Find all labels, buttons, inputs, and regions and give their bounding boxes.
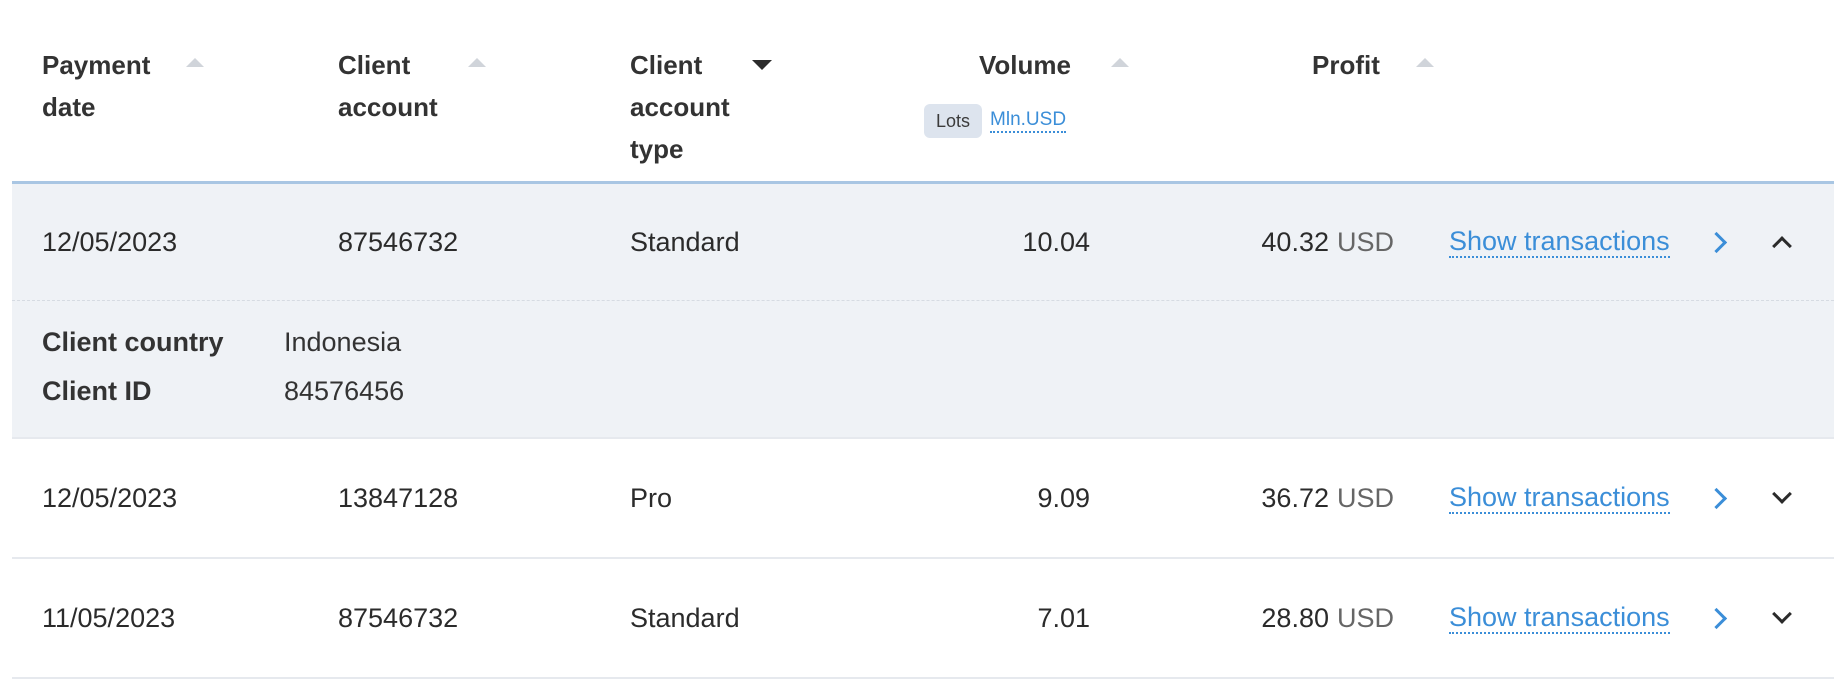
- unit-mln-usd-link[interactable]: Mln.USD: [990, 109, 1067, 133]
- header-label: account: [338, 92, 438, 122]
- account-type-cell: Standard: [630, 602, 740, 633]
- client-account-cell: 87546732: [338, 602, 459, 633]
- volume-cell: 9.09: [1037, 482, 1090, 513]
- sort-desc-icon[interactable]: [752, 60, 772, 70]
- profit-value: 40.32: [1261, 226, 1329, 257]
- profit-value: 36.72: [1261, 482, 1329, 513]
- payment-date-cell: 12/05/2023: [42, 226, 178, 257]
- sort-asc-icon[interactable]: [186, 58, 204, 67]
- sort-asc-icon[interactable]: [468, 58, 486, 67]
- volume-cell: 10.04: [1022, 226, 1090, 257]
- payment-date-cell: 11/05/2023: [42, 602, 176, 633]
- account-type-cell: Standard: [630, 226, 740, 257]
- profit-cell: 28.80 USD: [1162, 559, 1394, 677]
- profit-currency: USD: [1336, 482, 1394, 513]
- header-label: Profit: [1312, 50, 1380, 80]
- header-label: account: [630, 92, 730, 122]
- show-transactions-link[interactable]: Show transactions: [1449, 602, 1670, 634]
- row-details-panel: Client country Indonesia Client ID 84576…: [12, 301, 1834, 439]
- profit-cell: 40.32 USD: [1162, 184, 1394, 300]
- table-row: 12/05/2023 13847128 Pro 9.09 36.72 USD S…: [12, 439, 1834, 559]
- profit-value: 28.80: [1261, 602, 1329, 633]
- show-transactions-cell: Show transactions: [1449, 439, 1670, 557]
- header-label: type: [630, 134, 684, 164]
- header-payment-date[interactable]: Payment date: [42, 44, 204, 128]
- show-transactions-link[interactable]: Show transactions: [1449, 482, 1670, 514]
- client-account-cell: 87546732: [338, 226, 459, 257]
- table-header: Payment date Client account Client accou…: [12, 0, 1834, 184]
- volume-unit-switch: Lots Mln.USD: [924, 104, 1067, 138]
- header-label: Client: [630, 50, 703, 80]
- show-transactions-cell: Show transactions: [1449, 184, 1670, 300]
- chevron-right-icon[interactable]: [1705, 559, 1728, 677]
- chevron-right-icon[interactable]: [1705, 439, 1728, 557]
- header-volume[interactable]: Volume: [979, 44, 1129, 86]
- volume-cell: 7.01: [1037, 602, 1090, 633]
- header-client-account[interactable]: Client account: [338, 44, 486, 128]
- unit-lots-badge[interactable]: Lots: [924, 104, 983, 138]
- chevron-down-icon[interactable]: [1772, 559, 1792, 677]
- detail-label: Client ID: [42, 376, 152, 406]
- payment-date-cell: 12/05/2023: [42, 482, 178, 513]
- sort-asc-icon[interactable]: [1111, 58, 1129, 67]
- profit-cell: 36.72 USD: [1162, 439, 1394, 557]
- detail-client-id: Client ID 84576456: [42, 376, 404, 407]
- sort-asc-icon[interactable]: [1416, 58, 1434, 67]
- header-label: Payment: [42, 50, 151, 80]
- header-label: Volume: [979, 50, 1071, 80]
- header-client-account-type[interactable]: Client account type: [630, 44, 772, 170]
- header-label: Client: [338, 50, 411, 80]
- chevron-up-icon[interactable]: [1772, 184, 1792, 300]
- chevron-down-icon[interactable]: [1772, 439, 1792, 557]
- detail-value: 84576456: [284, 376, 405, 406]
- header-profit[interactable]: Profit: [1312, 44, 1434, 86]
- detail-client-country: Client country Indonesia: [42, 327, 401, 358]
- show-transactions-cell: Show transactions: [1449, 559, 1670, 677]
- profit-currency: USD: [1336, 226, 1394, 257]
- table-row: 12/05/2023 87546732 Standard 10.04 40.32…: [12, 184, 1834, 301]
- table-row: 11/05/2023 87546732 Standard 7.01 28.80 …: [12, 559, 1834, 679]
- detail-label: Client country: [42, 327, 224, 357]
- show-transactions-link[interactable]: Show transactions: [1449, 226, 1670, 258]
- chevron-right-icon[interactable]: [1705, 184, 1728, 300]
- transactions-table: Payment date Client account Client accou…: [12, 0, 1834, 679]
- header-label: date: [42, 92, 96, 122]
- profit-currency: USD: [1336, 602, 1394, 633]
- client-account-cell: 13847128: [338, 482, 459, 513]
- detail-value: Indonesia: [284, 327, 402, 357]
- account-type-cell: Pro: [630, 482, 673, 513]
